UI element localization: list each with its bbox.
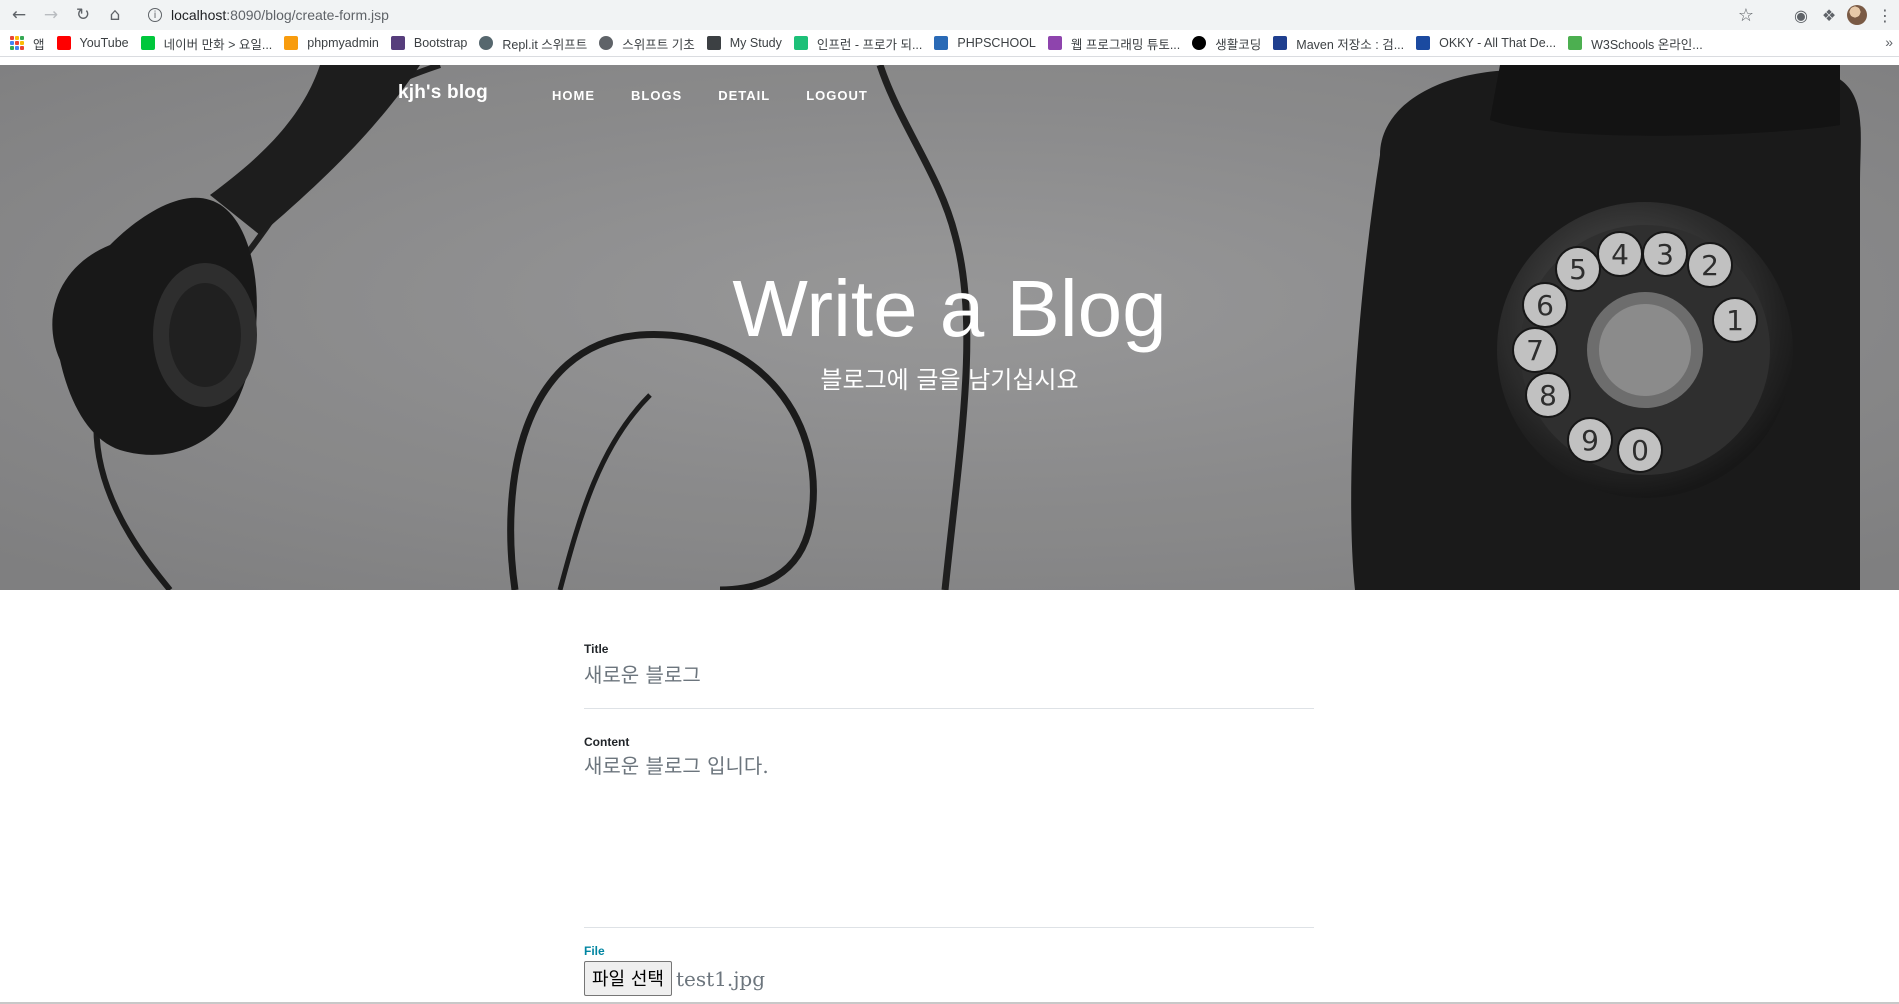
bookmark-label: 인프런 - 프로가 되...	[816, 37, 923, 52]
hero-header: 32 45 67 89 01 kjh's blog HOME BLOGS DET…	[0, 65, 1899, 590]
file-label: File	[584, 944, 605, 958]
globe-icon	[599, 36, 614, 50]
extensions-puzzle-icon[interactable]: ❖	[1815, 0, 1843, 30]
bookmark-item[interactable]: Repl.it 스위프트	[479, 34, 587, 53]
selected-file-name: test1.jpg	[675, 966, 766, 991]
content-field-group: Content 새로운 블로그 입니다.	[584, 735, 1314, 928]
bookmark-label: 앱	[33, 37, 45, 52]
bookmark-item[interactable]: 앱	[10, 34, 45, 53]
forward-arrow-icon[interactable]: →	[38, 2, 64, 28]
bookmark-label: Repl.it 스위프트	[502, 37, 588, 52]
bookmark-item[interactable]: 스위프트 기초	[599, 34, 695, 53]
title-label: Title	[584, 642, 609, 656]
page-subtitle: 블로그에 글을 남기십시요	[820, 366, 1079, 394]
file-field-group: File 파일 선택 test1.jpg	[584, 944, 1314, 996]
bookmark-label: PHPSCHOOL	[957, 36, 1036, 50]
bootstrap-icon	[390, 36, 405, 50]
nav-logout[interactable]: LOGOUT	[806, 88, 868, 103]
url-host: localhost	[171, 7, 227, 23]
bookmark-label: W3Schools 온라인...	[1591, 37, 1703, 52]
url-text[interactable]: localhost:8090/blog/create-form.jsp	[171, 7, 389, 23]
url-path: :8090/blog/create-form.jsp	[226, 7, 389, 23]
naver-webtoon-icon	[140, 36, 155, 50]
nav-detail[interactable]: DETAIL	[718, 88, 770, 103]
page-title: Write a Blog	[732, 264, 1167, 353]
browser-toolbar: ← → ↻ ⌂ i localhost:8090/blog/create-for…	[0, 0, 1899, 30]
bookmark-item[interactable]: Bootstrap	[390, 36, 468, 50]
okky-icon	[1416, 36, 1431, 50]
bookmark-item[interactable]: 네이버 만화 > 요일...	[140, 34, 273, 53]
phpmyadmin-icon	[284, 36, 299, 50]
bookmark-item[interactable]: 웹 프로그래밍 튜토...	[1047, 34, 1181, 53]
replit-icon	[479, 36, 494, 50]
bookmark-item[interactable]: W3Schools 온라인...	[1568, 34, 1703, 53]
bookmark-label: YouTube	[79, 36, 129, 50]
bookmark-star-icon[interactable]: ☆	[1738, 5, 1754, 26]
bookmarks-overflow-icon[interactable]: »	[1885, 34, 1893, 50]
nav-blogs[interactable]: BLOGS	[631, 88, 682, 103]
bookmarks-bar: 앱 YouTube 네이버 만화 > 요일... phpmyadmin Bootstra…	[0, 30, 1899, 57]
back-arrow-icon[interactable]: ←	[6, 2, 32, 28]
inflearn-icon	[793, 36, 808, 50]
site-brand[interactable]: kjh's blog	[398, 82, 488, 104]
webprog-icon	[1047, 36, 1062, 50]
home-icon[interactable]: ⌂	[102, 2, 128, 28]
bookmark-label: Bootstrap	[413, 36, 468, 50]
kebab-menu-icon[interactable]: ⋮	[1871, 0, 1899, 30]
apps-grid-icon	[10, 36, 24, 50]
profile-avatar[interactable]	[1847, 5, 1867, 25]
bookmark-item[interactable]: PHPSCHOOL	[934, 36, 1036, 50]
bookmark-label: Maven 저장소 : 검...	[1296, 37, 1405, 52]
bookmark-label: 웹 프로그래밍 튜토...	[1070, 37, 1181, 52]
w3schools-icon	[1568, 36, 1583, 50]
title-field-group: Title 새로운 블로그	[584, 642, 1314, 709]
bookmark-label: phpmyadmin	[307, 36, 379, 50]
choose-file-button[interactable]: 파일 선택	[584, 961, 672, 996]
opentutorials-icon	[1192, 36, 1207, 50]
reload-icon[interactable]: ↻	[70, 2, 96, 28]
phpschool-icon	[934, 36, 949, 50]
bookmark-item[interactable]: Maven 저장소 : 검...	[1273, 34, 1404, 53]
bookmark-label: 생활코딩	[1215, 37, 1262, 52]
bookmark-item[interactable]: 생활코딩	[1192, 34, 1261, 53]
bookmark-item[interactable]: YouTube	[56, 36, 129, 50]
bookmark-label: 스위프트 기초	[622, 37, 695, 52]
title-input[interactable]: 새로운 블로그	[584, 659, 1314, 688]
bookmark-item[interactable]: OKKY - All That De...	[1416, 36, 1556, 50]
nav-home[interactable]: HOME	[552, 88, 595, 103]
bookmark-label: 네이버 만화 > 요일...	[163, 37, 273, 52]
bookmark-label: OKKY - All That De...	[1439, 36, 1557, 50]
site-info-icon[interactable]: i	[148, 8, 162, 22]
bookmark-label: My Study	[729, 36, 782, 50]
mystudy-icon	[706, 36, 721, 50]
maven-icon	[1273, 36, 1288, 50]
camera-icon[interactable]: ◉	[1787, 0, 1815, 30]
bookmark-item[interactable]: phpmyadmin	[284, 36, 379, 50]
bookmark-item[interactable]: My Study	[706, 36, 782, 50]
content-label: Content	[584, 735, 630, 749]
main-nav: HOME BLOGS DETAIL LOGOUT	[552, 88, 904, 103]
youtube-icon	[56, 36, 71, 50]
content-textarea[interactable]: 새로운 블로그 입니다.	[584, 750, 1314, 779]
bookmark-item[interactable]: 인프런 - 프로가 되...	[793, 34, 923, 53]
address-bar[interactable]: i localhost:8090/blog/create-form.jsp ☆	[138, 3, 1760, 27]
